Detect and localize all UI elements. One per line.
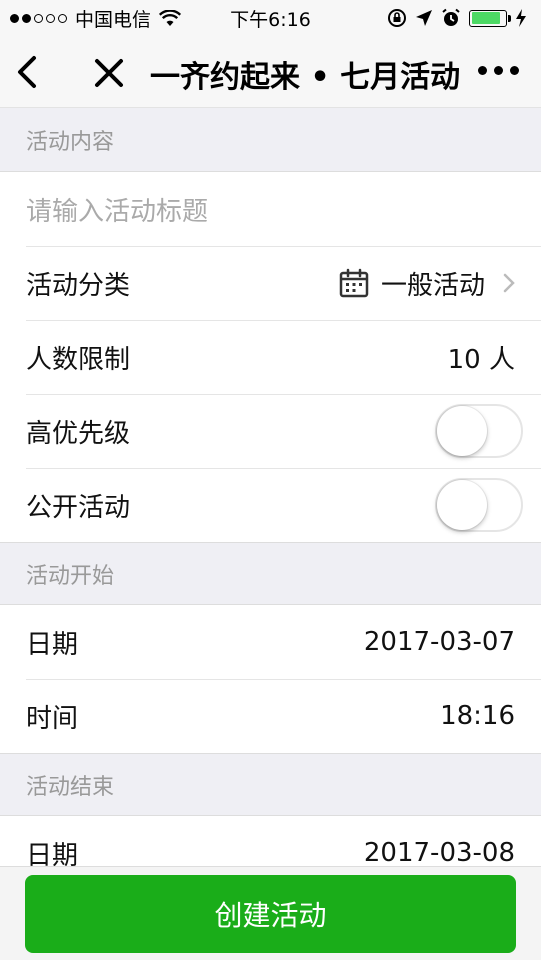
title-input[interactable]: 请输入活动标题 [26,191,208,228]
section-header-start: 活动开始 [0,543,541,605]
chevron-right-icon [503,273,515,293]
carrier-name: 中国电信 [75,8,152,31]
title-input-cell[interactable]: 请输入活动标题 [0,172,541,246]
start-date-label: 日期 [26,629,79,660]
category-label: 活动分类 [26,270,131,301]
status-left: 中国电信 [10,5,182,32]
calendar-icon [339,268,369,298]
signal-strength-icon [10,13,67,23]
public-cell: 公开活动 [0,468,541,542]
alarm-icon [442,8,460,26]
priority-label: 高优先级 [26,418,131,449]
chevron-left-icon[interactable] [14,54,44,90]
start-time-label: 时间 [26,703,79,734]
priority-toggle[interactable] [435,404,523,458]
location-icon [416,10,432,26]
battery-icon [469,9,511,27]
category-value: 一般活动 [380,270,485,301]
start-group: 日期 2017-03-07 时间 18:16 [0,605,541,754]
section-header-end: 活动结束 [0,754,541,816]
section-header-content: 活动内容 [0,108,541,172]
page-title: 一齐约起来 • 七月活动 [150,60,461,95]
charging-icon [516,9,526,27]
orientation-lock-icon [388,9,406,27]
status-right [387,8,527,28]
limit-cell[interactable]: 人数限制 10 人 [0,320,541,394]
start-date-cell[interactable]: 日期 2017-03-07 [0,605,541,679]
toggle-knob [437,480,487,530]
start-date-value[interactable]: 2017-03-07 [364,627,515,657]
create-activity-button[interactable]: 创建活动 [25,875,516,953]
content-group: 请输入活动标题 活动分类 一般活动 人数限制 10 人 高优先级 公开活动 [0,172,541,543]
close-icon[interactable] [92,56,126,90]
public-toggle[interactable] [435,478,523,532]
more-dots-icon[interactable] [478,66,519,75]
category-cell[interactable]: 活动分类 一般活动 [0,246,541,320]
nav-bar: 一齐约起来 • 七月活动 [0,36,541,108]
priority-cell: 高优先级 [0,394,541,468]
status-bar: 中国电信 下午6:16 [0,0,541,36]
start-time-cell[interactable]: 时间 18:16 [0,679,541,753]
start-time-value[interactable]: 18:16 [440,701,515,731]
status-time: 下午6:16 [230,8,311,31]
footer-bar: 创建活动 [0,866,541,960]
wifi-icon [159,9,182,26]
battery-fill [471,12,500,24]
limit-label: 人数限制 [26,344,131,375]
category-picker[interactable]: 一般活动 [339,265,515,302]
end-date-value[interactable]: 2017-03-08 [364,838,515,868]
public-label: 公开活动 [26,492,131,523]
toggle-knob [437,406,487,456]
form-content: 活动内容 请输入活动标题 活动分类 一般活动 人数限制 10 人 高优先级 公开… [0,108,541,891]
limit-value[interactable]: 10 人 [448,339,515,376]
